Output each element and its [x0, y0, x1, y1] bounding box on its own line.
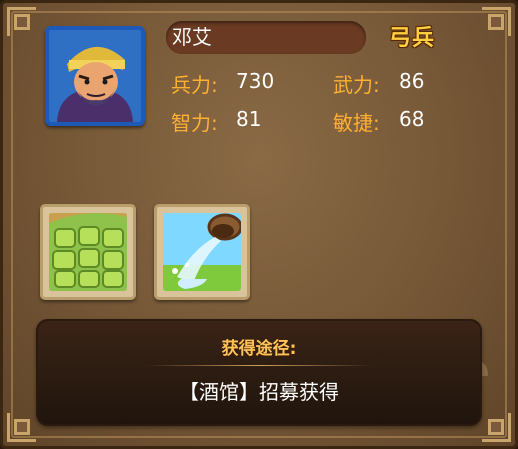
stat-power-label: 兵力:	[171, 73, 218, 97]
green-grid-skill-icon	[49, 213, 127, 291]
skill-slot-2[interactable]	[154, 204, 250, 300]
stat-intellect: 智力: 81	[171, 107, 261, 136]
stat-agility: 敏捷: 68	[333, 107, 424, 136]
stat-force-value: 86	[399, 69, 425, 93]
hero-name: 邓艾	[166, 21, 366, 54]
stat-power: 兵力: 730	[171, 69, 274, 98]
acquisition-text: 【酒馆】招募获得	[179, 380, 339, 404]
water-splash-skill-icon	[163, 213, 241, 291]
stat-agility-value: 68	[399, 107, 425, 131]
stat-intellect-value: 81	[236, 107, 262, 131]
stat-intellect-label: 智力:	[171, 111, 218, 135]
corner-ornament	[482, 7, 511, 36]
stat-agility-label: 敏捷:	[333, 111, 380, 135]
corner-ornament	[7, 413, 36, 442]
stat-force-label: 武力:	[333, 73, 380, 97]
hero-info-panel: 邓艾 弓兵 兵力: 730 武力: 86 智力: 81 敏捷: 68 获得途径:…	[0, 0, 518, 449]
hero-portrait[interactable]	[45, 26, 145, 126]
stat-force: 武力: 86	[333, 69, 424, 98]
unit-type-label: 弓兵	[389, 26, 436, 51]
corner-ornament	[482, 413, 511, 442]
skill-slot-1[interactable]	[40, 204, 136, 300]
hero-face-icon	[49, 30, 141, 122]
acquisition-title: 获得途径:	[221, 339, 297, 359]
corner-ornament	[7, 7, 36, 36]
divider	[146, 365, 372, 366]
stat-power-value: 730	[236, 69, 275, 93]
acquisition-source-box: 获得途径: 【酒馆】招募获得	[36, 319, 482, 426]
